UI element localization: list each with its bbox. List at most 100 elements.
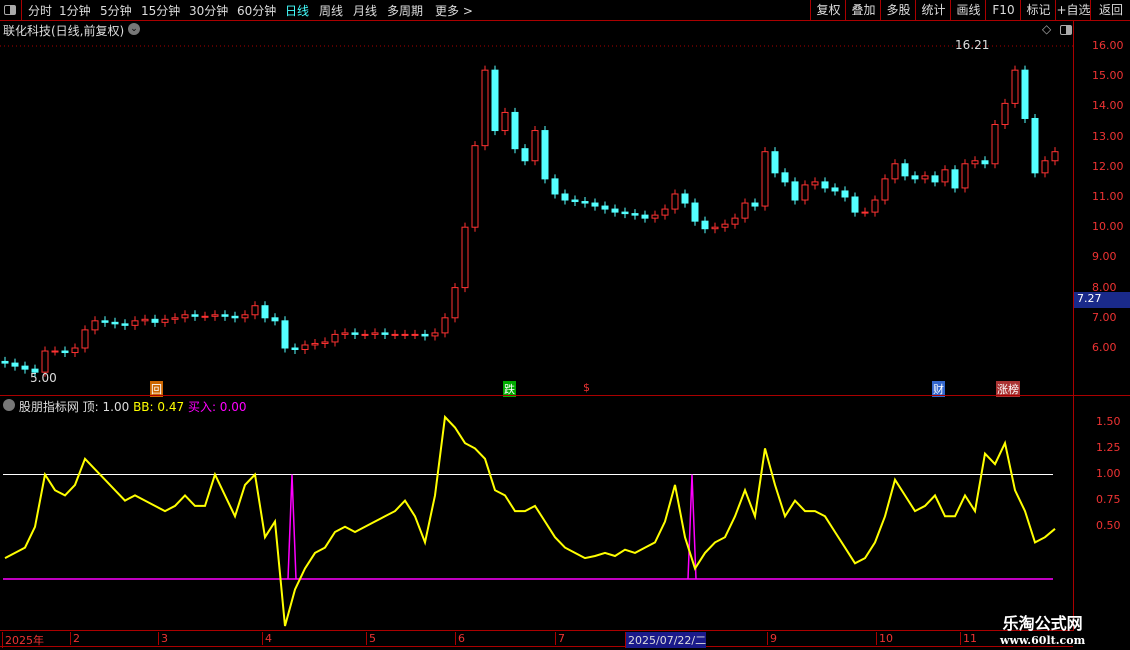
candle (431, 332, 439, 337)
date-label: 6 (455, 632, 465, 645)
candle (541, 130, 549, 180)
candle (341, 332, 349, 335)
candle (91, 320, 99, 331)
candle (771, 151, 779, 174)
watermark-title: 乐淘公式网 (1002, 614, 1083, 633)
candle (81, 329, 89, 349)
candle (511, 111, 519, 150)
candle (821, 181, 829, 189)
candle (1051, 151, 1059, 162)
indicator-tick: 1.50 (1096, 415, 1121, 428)
candle (931, 175, 939, 183)
candle (551, 178, 559, 195)
candle (561, 193, 569, 201)
candle (121, 323, 129, 326)
candle (841, 190, 849, 198)
candle (11, 362, 19, 367)
candle (711, 226, 719, 230)
candle (221, 314, 229, 317)
candle (101, 320, 109, 323)
candle (261, 305, 269, 319)
candle (311, 342, 319, 346)
date-label: 9 (767, 632, 777, 645)
candle (941, 169, 949, 183)
candle (621, 211, 629, 215)
candle (191, 314, 199, 317)
candle (981, 160, 989, 165)
candle (691, 202, 699, 222)
candle (881, 178, 889, 201)
candle (201, 315, 209, 318)
candle (1011, 69, 1019, 104)
buy-signal (287, 474, 297, 580)
candle (371, 332, 379, 335)
candle (811, 181, 819, 186)
price-tick: 12.00 (1092, 159, 1124, 173)
candle (271, 317, 279, 322)
date-axis[interactable]: 2025年 2 3 4 5 6 7 2025/07/22/二 9 10 11 (0, 630, 1073, 648)
candle (971, 160, 979, 165)
candle (921, 175, 929, 180)
candle (291, 347, 299, 351)
price-tick: 7.00 (1092, 310, 1117, 324)
candle (671, 193, 679, 210)
candle (1041, 160, 1049, 174)
candle (141, 318, 149, 322)
panel-divider (0, 395, 1130, 396)
price-tick: 9.00 (1092, 250, 1117, 264)
top-value: 顶: 1.00 (82, 400, 130, 414)
watermark-url: www.60lt.com (1000, 634, 1086, 647)
chevron-down-icon[interactable] (3, 399, 15, 411)
candle (491, 69, 499, 132)
buy-signal (687, 474, 697, 580)
event-marker[interactable]: $ (582, 381, 591, 394)
candle (421, 333, 429, 337)
candle (951, 169, 959, 189)
candle (61, 350, 69, 354)
candle (721, 223, 729, 228)
candle (581, 201, 589, 204)
indicator-header: 股朋指标网 顶: 1.00 BB: 0.47 买入: 0.00 (3, 398, 247, 415)
price-tick: 14.00 (1092, 99, 1124, 113)
candle (741, 202, 749, 219)
candle (461, 226, 469, 289)
price-tick: 10.00 (1092, 220, 1124, 234)
candle (651, 214, 659, 219)
candle (41, 350, 49, 373)
price-tick: 16.00 (1092, 39, 1124, 52)
candle (171, 317, 179, 320)
date-label: 2025年 (2, 632, 44, 648)
candle (301, 344, 309, 351)
candle (611, 208, 619, 213)
price-tick: 13.00 (1092, 129, 1124, 143)
candle (501, 111, 509, 132)
price-tick: 11.00 (1092, 190, 1124, 203)
candle (781, 172, 789, 183)
current-price-label: 7.27 (1074, 292, 1130, 308)
candle (381, 332, 389, 335)
candle (441, 317, 449, 334)
price-chart[interactable] (0, 0, 1073, 630)
candle (701, 220, 709, 230)
candle (351, 332, 359, 335)
candle (471, 145, 479, 228)
candle (851, 196, 859, 213)
candle (21, 365, 29, 370)
candle (1031, 117, 1039, 174)
candle (241, 314, 249, 319)
toolbar-button-8[interactable]: 返回 (1090, 0, 1130, 20)
indicator-name: 股朋指标网 (18, 400, 79, 414)
bb-value: BB: 0.47 (133, 400, 185, 414)
price-axis (1073, 21, 1074, 631)
bb-line (4, 414, 1056, 627)
candle (751, 202, 759, 207)
date-label: 7 (555, 632, 565, 645)
candle (321, 341, 329, 344)
candle (991, 124, 999, 165)
candle (601, 205, 609, 210)
candle (111, 321, 119, 325)
price-tick: 15.00 (1092, 69, 1124, 83)
candle (211, 314, 219, 317)
buy-value: 买入: 0.00 (187, 400, 247, 414)
candle (231, 315, 239, 319)
